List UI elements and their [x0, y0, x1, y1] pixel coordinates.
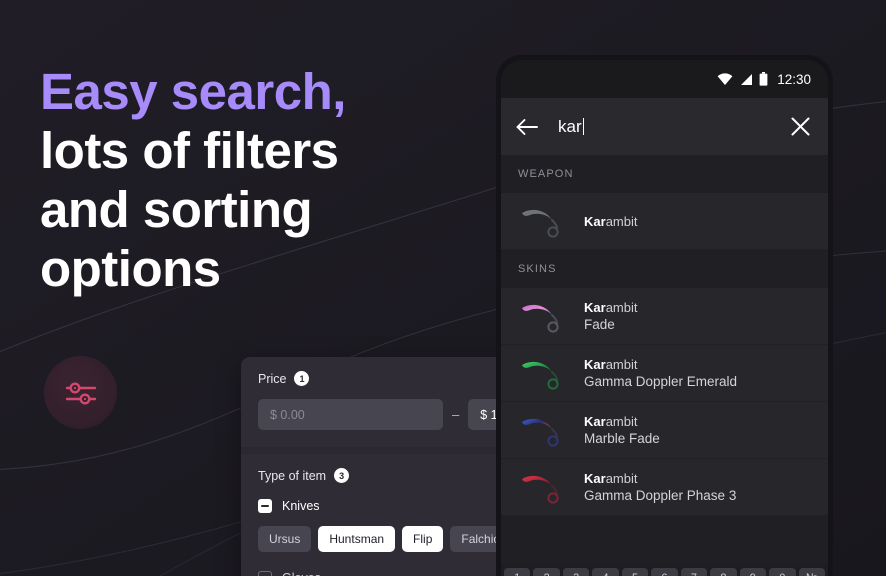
result-name-rest: ambit [605, 356, 638, 372]
chip-huntsman[interactable]: Huntsman [318, 526, 396, 552]
group-knives[interactable]: Knives [258, 499, 507, 513]
list-item[interactable]: Karambit Gamma Doppler Phase 3 [501, 459, 828, 516]
type-of-item-count-badge: 3 [334, 468, 350, 483]
filter-section-type-of-item: Type of item 3 Knives Ursus Huntsman Fli… [241, 454, 524, 576]
result-name-match: Kar [584, 356, 606, 372]
knives-label: Knives [282, 499, 320, 513]
search-input[interactable]: kar [558, 117, 790, 137]
search-bar: kar [501, 98, 828, 155]
status-bar: 12:30 [501, 60, 828, 98]
signal-icon [741, 73, 753, 85]
list-item[interactable]: Karambit Marble Fade [501, 402, 828, 459]
price-section-title: Price [258, 371, 287, 386]
gloves-checkbox[interactable] [258, 571, 272, 576]
status-bar-clock: 12:30 [777, 71, 811, 87]
result-name-match: Kar [584, 213, 606, 229]
filter-badge[interactable] [44, 356, 117, 429]
page-title: Easy search, lots of filters and sorting… [40, 62, 460, 298]
key-2[interactable]: 2 [533, 568, 560, 576]
key-9[interactable]: 9 [739, 568, 767, 576]
battery-icon [759, 72, 768, 86]
result-name-rest: ambit [605, 299, 638, 315]
key-7[interactable]: 7 [680, 568, 708, 576]
type-of-item-title: Type of item [258, 468, 327, 483]
key-0[interactable]: 0 [769, 568, 796, 576]
result-name-match: Kar [584, 299, 606, 315]
on-screen-keyboard: 1 2 3 4 5 6 7 8 9 0 № [501, 564, 828, 576]
filters-panel: Price 1 – Type of item 3 Knives [241, 357, 524, 576]
result-subtitle: Marble Fade [584, 430, 660, 446]
price-count-badge: 1 [294, 371, 310, 386]
gloves-label: Gloves [282, 571, 321, 576]
result-name-rest: ambit [605, 213, 638, 229]
price-range-separator: – [452, 407, 460, 422]
result-name: Karambit [584, 356, 737, 373]
result-name: Karambit [584, 299, 637, 316]
list-item[interactable]: Karambit [501, 193, 828, 250]
back-arrow-icon[interactable] [516, 118, 539, 136]
key-8[interactable]: 8 [710, 568, 737, 576]
result-subtitle: Gamma Doppler Phase 3 [584, 487, 737, 503]
result-name-match: Kar [584, 413, 606, 429]
karambit-icon [522, 304, 559, 333]
result-name: Karambit [584, 413, 660, 430]
wifi-icon [717, 72, 733, 85]
karambit-icon [522, 475, 559, 504]
section-header-weapon: WEAPON [501, 155, 828, 193]
headline-line-3: and sorting [40, 181, 313, 238]
karambit-icon [522, 418, 559, 447]
sliders-icon [65, 381, 96, 405]
headline-line-1: Easy search, [40, 63, 346, 120]
list-item[interactable]: Karambit Fade [501, 288, 828, 345]
karambit-icon [522, 361, 559, 390]
result-name-rest: ambit [605, 413, 638, 429]
key-1[interactable]: 1 [504, 568, 531, 576]
key-4[interactable]: 4 [592, 568, 619, 576]
list-item[interactable]: Karambit Gamma Doppler Emerald [501, 345, 828, 402]
section-header-skins: SKINS [501, 250, 828, 288]
karambit-icon [522, 209, 559, 238]
filter-section-price: Price 1 – [241, 357, 524, 447]
headline-line-2: lots of filters [40, 122, 339, 179]
result-name: Karambit [584, 470, 736, 487]
key-numero[interactable]: № [798, 568, 825, 576]
chip-ursus[interactable]: Ursus [258, 526, 312, 552]
key-3[interactable]: 3 [562, 568, 590, 576]
group-gloves[interactable]: Gloves [258, 571, 507, 576]
price-min-input[interactable] [258, 399, 443, 430]
key-5[interactable]: 5 [621, 568, 649, 576]
headline-line-4: options [40, 240, 221, 297]
result-name-match: Kar [584, 470, 606, 486]
result-name: Karambit [584, 213, 637, 230]
knives-checkbox[interactable] [258, 499, 272, 513]
search-results: WEAPON Karambit SKINS Karambit Fade Kara… [501, 155, 828, 564]
chip-flip[interactable]: Flip [402, 526, 444, 552]
phone-mockup: 12:30 kar WEAPON Karambit SKINS Karambit… [496, 55, 833, 576]
key-6[interactable]: 6 [651, 568, 678, 576]
result-subtitle: Gamma Doppler Emerald [584, 373, 738, 389]
knives-chip-list: Ursus Huntsman Flip Falchion [258, 526, 518, 552]
result-subtitle: Fade [584, 316, 615, 332]
result-name-rest: ambit [605, 470, 638, 486]
search-query-text: kar [558, 116, 582, 136]
phone-screen: 12:30 kar WEAPON Karambit SKINS Karambit… [501, 60, 828, 576]
text-caret [582, 117, 584, 135]
close-icon[interactable] [790, 116, 811, 137]
